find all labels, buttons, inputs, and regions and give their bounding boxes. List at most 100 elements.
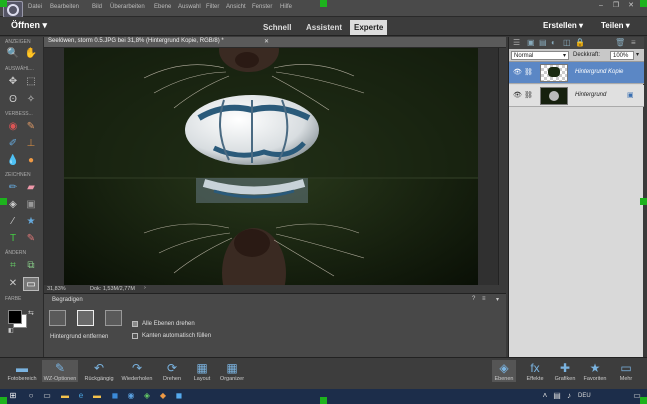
swap-colors-icon[interactable]: ⇆ — [28, 309, 34, 317]
mask-icon[interactable]: ◫ — [563, 38, 571, 47]
lock-all-icon[interactable]: 🔒 — [575, 38, 585, 47]
magic-wand-icon[interactable]: ✧ — [24, 93, 38, 107]
panel-collapse-icon[interactable]: ☰ — [513, 38, 520, 47]
selection-handle[interactable] — [320, 0, 327, 7]
shape-tool-icon[interactable]: ★ — [24, 215, 38, 229]
layer-row-hintergrund[interactable]: 👁 ⛓ Hintergrund ▣ — [509, 85, 644, 107]
app-icon-2[interactable]: ◉ — [126, 391, 136, 401]
menu-auswahl[interactable]: Auswahl — [178, 4, 201, 10]
tab-assistent[interactable]: Assistent — [302, 20, 346, 35]
default-colors-icon[interactable]: ◧ — [8, 327, 14, 334]
recompose-tool-icon[interactable]: ⧉ — [24, 259, 38, 273]
collapse-options-icon[interactable]: ▾ — [496, 296, 499, 303]
link-icon[interactable]: ⛓ — [524, 68, 533, 76]
selection-handle[interactable] — [640, 0, 647, 7]
edge-icon[interactable]: e — [76, 391, 86, 401]
opacity-field[interactable]: 100% — [610, 51, 634, 60]
effects-button[interactable]: fx Effekte — [523, 360, 547, 382]
selection-handle[interactable] — [0, 397, 7, 404]
share-button[interactable]: Teilen ▾ — [601, 21, 630, 30]
lasso-tool-icon[interactable]: ʘ — [6, 93, 20, 107]
app-icon-4[interactable]: ◆ — [158, 391, 168, 401]
undo-button[interactable]: ↶ Rückgängig — [82, 360, 116, 382]
hand-tool-icon[interactable]: ✋ — [24, 47, 38, 61]
brush-tool-icon[interactable]: ✏ — [6, 181, 20, 195]
all-layers-checkbox[interactable] — [132, 321, 138, 327]
document-tab[interactable]: Seelöwen, storm 0.5.JPG bei 31,8% (Hinte… — [44, 37, 506, 48]
layers-button[interactable]: ◈ Ebenen — [492, 360, 516, 382]
smart-brush-icon[interactable]: ✐ — [6, 137, 20, 151]
help-icon[interactable]: ? — [472, 296, 475, 302]
app-icon-1[interactable]: ◼ — [110, 391, 120, 401]
straighten-mode-remove-bg-button[interactable] — [77, 310, 94, 326]
move-tool-icon[interactable]: ✥ — [6, 75, 20, 89]
layout-button[interactable]: ▦ Layout — [190, 360, 214, 382]
vertical-scrollbar[interactable] — [498, 48, 506, 285]
layer-row-hintergrund-kopie[interactable]: 👁 ⛓ Hintergrund Kopie — [509, 62, 644, 84]
options-menu-icon[interactable]: ≡ — [482, 296, 486, 302]
tray-up-icon[interactable]: ˄ — [540, 391, 550, 401]
open-button[interactable]: Öffnen ▾ — [11, 20, 47, 31]
paint-bucket-icon[interactable]: ◈ — [6, 198, 20, 212]
new-layer-icon[interactable]: ▣ — [527, 38, 535, 47]
search-icon[interactable]: ○ — [26, 391, 36, 401]
graphics-button[interactable]: ✚ Grafiken — [552, 360, 578, 382]
straighten-mode-rotate-button[interactable] — [49, 310, 66, 326]
maximize-button[interactable]: ❐ — [609, 1, 623, 10]
menu-datei[interactable]: Datei — [28, 4, 42, 10]
create-button[interactable]: Erstellen ▾ — [543, 21, 583, 30]
selection-handle[interactable] — [640, 198, 647, 205]
tool-options-button[interactable]: ✎ WZ-Optionen — [42, 360, 78, 382]
menu-fenster[interactable]: Fenster — [252, 4, 272, 10]
crop-tool-icon[interactable]: ⌗ — [6, 259, 20, 273]
link-icon[interactable]: ⛓ — [524, 91, 533, 99]
adjustment-layer-icon[interactable]: ◐ — [551, 38, 556, 47]
photo-bin-button[interactable]: ▬ Fotobereich — [4, 360, 40, 382]
visibility-eye-icon[interactable]: 👁 — [513, 91, 522, 99]
text-tool-icon[interactable]: T — [6, 232, 20, 246]
menu-filter[interactable]: Filter — [206, 4, 219, 10]
sponge-tool-icon[interactable]: ● — [24, 154, 38, 168]
menu-hilfe[interactable]: Hilfe — [280, 4, 292, 10]
more-button[interactable]: ▭ Mehr — [615, 360, 637, 382]
favorites-button[interactable]: ★ Favoriten — [581, 360, 609, 382]
delete-layer-icon[interactable]: 🗑 — [615, 38, 625, 47]
photoshop-elements-icon[interactable]: ◼ — [174, 391, 184, 401]
lock-icon[interactable]: ▣ — [627, 91, 634, 99]
volume-icon[interactable]: ♪ — [564, 391, 574, 401]
task-view-icon[interactable]: ▭ — [42, 391, 52, 401]
red-eye-tool-icon[interactable]: ◉ — [6, 120, 20, 134]
eyedropper-icon[interactable]: ⁄ — [6, 215, 20, 229]
blur-tool-icon[interactable]: 💧 — [6, 154, 20, 168]
selection-handle[interactable] — [320, 397, 327, 404]
panel-menu-icon[interactable]: ≡ — [631, 38, 636, 47]
minimize-button[interactable]: – — [594, 1, 608, 10]
organizer-button[interactable]: ▦ Organizer — [217, 360, 247, 382]
start-icon[interactable]: ⊞ — [8, 391, 18, 401]
menu-bearbeiten[interactable]: Bearbeiten — [50, 4, 79, 10]
foreground-color-swatch[interactable] — [8, 310, 22, 324]
selection-handle[interactable] — [0, 0, 7, 7]
menu-ansicht[interactable]: Ansicht — [226, 4, 246, 10]
redo-button[interactable]: ↷ Wiederholen — [118, 360, 156, 382]
tab-experte[interactable]: Experte — [350, 20, 388, 35]
new-group-icon[interactable]: ▤ — [539, 38, 547, 47]
photo-canvas[interactable] — [64, 48, 478, 285]
file-explorer-icon[interactable]: ▬ — [60, 391, 70, 401]
folder-icon[interactable]: ▬ — [92, 391, 102, 401]
marquee-tool-icon[interactable]: ⬚ — [24, 75, 38, 89]
menu-ebene[interactable]: Ebene — [154, 4, 171, 10]
selection-handle[interactable] — [640, 397, 647, 404]
blend-mode-select[interactable]: Normal ▾ — [511, 51, 569, 60]
close-button[interactable]: ✕ — [624, 1, 638, 10]
menu-ueberarbeiten[interactable]: Überarbeiten — [110, 4, 145, 10]
opacity-chevron-icon[interactable]: ▾ — [636, 51, 639, 58]
auto-fill-checkbox[interactable] — [132, 333, 138, 339]
pencil-tool-icon[interactable]: ✎ — [24, 232, 38, 246]
status-arrow-icon[interactable]: › — [144, 285, 146, 291]
network-icon[interactable]: ▤ — [552, 391, 562, 401]
app-icon-3[interactable]: ◈ — [142, 391, 152, 401]
straighten-tool-icon[interactable]: ▭ — [23, 277, 39, 291]
tab-schnell[interactable]: Schnell — [259, 20, 295, 35]
menu-bild[interactable]: Bild — [92, 4, 102, 10]
